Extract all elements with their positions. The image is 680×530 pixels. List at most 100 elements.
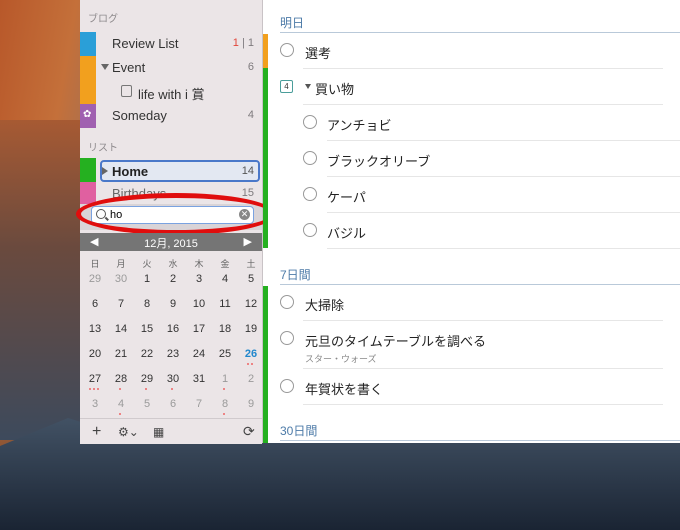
- event-dot: [223, 413, 225, 415]
- task-checkbox[interactable]: [280, 295, 294, 309]
- calendar-day[interactable]: 16: [160, 323, 186, 335]
- sidebar-item-label: Home: [112, 164, 149, 179]
- calendar-day[interactable]: 20: [82, 348, 108, 360]
- weekday-label: 月: [116, 259, 126, 269]
- row-divider: [303, 368, 663, 369]
- calendar-day[interactable]: 2: [238, 373, 264, 385]
- calendar-day[interactable]: 5: [134, 398, 160, 410]
- calendar-day[interactable]: 6: [82, 298, 108, 310]
- calendar-day[interactable]: 1: [212, 373, 238, 385]
- sidebar-item-count: 15: [241, 187, 254, 199]
- calendar-header: 12月, 2015 ◀ ▶: [80, 233, 262, 251]
- calendar-day[interactable]: 7: [108, 298, 134, 310]
- calendar-day[interactable]: 23: [160, 348, 186, 360]
- calendar-day[interactable]: 10: [186, 298, 212, 310]
- settings-gear-icon[interactable]: ⚙⌄: [118, 425, 139, 439]
- calendar-day[interactable]: 9: [238, 398, 264, 410]
- calendar-day[interactable]: 26: [238, 348, 264, 360]
- task-checkbox[interactable]: [280, 43, 294, 57]
- sidebar-item-label: Review List: [112, 36, 179, 51]
- calendar-day[interactable]: 29: [82, 273, 108, 285]
- list-color-strip: [263, 286, 268, 443]
- calendar-icon[interactable]: ▦: [153, 425, 164, 439]
- calendar-day[interactable]: 5: [238, 273, 264, 285]
- calendar-day[interactable]: 24: [186, 348, 212, 360]
- row-divider: [327, 212, 680, 213]
- sidebar-item-review-list[interactable]: Review List 1 | 1: [80, 32, 262, 56]
- task-checkbox[interactable]: [303, 115, 317, 129]
- calendar-day[interactable]: 11: [212, 298, 238, 310]
- gear-icon: ✿: [83, 109, 92, 120]
- calendar-day[interactable]: 1: [134, 273, 160, 285]
- task-title: アンチョビ: [327, 118, 392, 133]
- event-dot: [223, 388, 225, 390]
- calendar-day[interactable]: 9: [160, 298, 186, 310]
- event-dot: [145, 388, 147, 390]
- calendar-day[interactable]: 19: [238, 323, 264, 335]
- weekday-label: 木: [194, 259, 204, 269]
- calendar-day[interactable]: 14: [108, 323, 134, 335]
- calendar-day[interactable]: 7: [186, 398, 212, 410]
- prev-month-icon[interactable]: ◀: [90, 235, 98, 248]
- calendar-day[interactable]: 4: [212, 273, 238, 285]
- calendar-day[interactable]: 22: [134, 348, 160, 360]
- calendar-day[interactable]: 18: [212, 323, 238, 335]
- calendar-day[interactable]: 3: [186, 273, 212, 285]
- row-divider: [303, 68, 663, 69]
- disclosure-triangle-icon[interactable]: [305, 84, 311, 89]
- calendar-day[interactable]: 25: [212, 348, 238, 360]
- calendar-day[interactable]: 8: [212, 398, 238, 410]
- list-color-bar: ✿: [80, 104, 96, 128]
- list-color-strip: [263, 34, 268, 68]
- list-color-bar: [80, 158, 96, 182]
- sidebar-item-event[interactable]: Event 6: [80, 56, 262, 104]
- calendar-day[interactable]: 13: [82, 323, 108, 335]
- calendar-day[interactable]: 29: [134, 373, 160, 385]
- calendar-day[interactable]: 4: [108, 398, 134, 410]
- row-divider: [327, 176, 680, 177]
- task-checkbox[interactable]: [280, 379, 294, 393]
- next-month-icon[interactable]: ▶: [244, 235, 252, 248]
- disclosure-triangle-icon[interactable]: [101, 64, 109, 70]
- calendar-day[interactable]: 27: [82, 373, 108, 385]
- task-checkbox[interactable]: [280, 331, 294, 345]
- calendar-day[interactable]: 21: [108, 348, 134, 360]
- task-title: ブラックオリーブ: [327, 154, 431, 169]
- weekday-label: 金: [220, 259, 230, 269]
- calendar-day[interactable]: 6: [160, 398, 186, 410]
- calendar-day[interactable]: 12: [238, 298, 264, 310]
- event-dot: [89, 388, 91, 390]
- sidebar-item-count: 6: [247, 61, 254, 73]
- sync-icon[interactable]: ⟳: [243, 423, 255, 440]
- sidebar-item-someday[interactable]: ✿ Someday 4: [80, 104, 262, 128]
- row-divider: [303, 104, 663, 105]
- sidebar-item-label: Event: [112, 60, 146, 75]
- calendar-day[interactable]: 28: [108, 373, 134, 385]
- section-blog-label: ブログ: [88, 14, 118, 25]
- section-30days-heading: 30日間: [280, 424, 318, 438]
- disclosure-triangle-icon[interactable]: [102, 167, 108, 175]
- calendar-day[interactable]: 30: [160, 373, 186, 385]
- event-dot: [251, 363, 253, 365]
- sidebar-item-count: 4: [247, 109, 254, 121]
- task-checkbox[interactable]: [303, 187, 317, 201]
- calendar-day[interactable]: 31: [186, 373, 212, 385]
- calendar-day[interactable]: 30: [108, 273, 134, 285]
- sidebar-item-life-with-i[interactable]: life with i 賞: [80, 80, 262, 104]
- task-checkbox[interactable]: [303, 223, 317, 237]
- calendar-day[interactable]: 8: [134, 298, 160, 310]
- calendar-day[interactable]: 2: [160, 273, 186, 285]
- section-list-label: リスト: [88, 143, 118, 154]
- task-title: バジル: [327, 226, 367, 241]
- list-document-icon: [121, 85, 132, 97]
- task-checkbox[interactable]: [303, 151, 317, 165]
- wallpaper-cliff: [0, 120, 85, 440]
- calendar-day[interactable]: 15: [134, 323, 160, 335]
- calendar-day[interactable]: 17: [186, 323, 212, 335]
- add-list-button[interactable]: +: [92, 423, 101, 441]
- section-7days-heading: 7日間: [280, 268, 311, 282]
- section-divider: [280, 32, 680, 33]
- home-list-selected[interactable]: Home 14: [100, 160, 260, 182]
- task-title: 年賀状を書く: [305, 382, 384, 397]
- calendar-day[interactable]: 3: [82, 398, 108, 410]
